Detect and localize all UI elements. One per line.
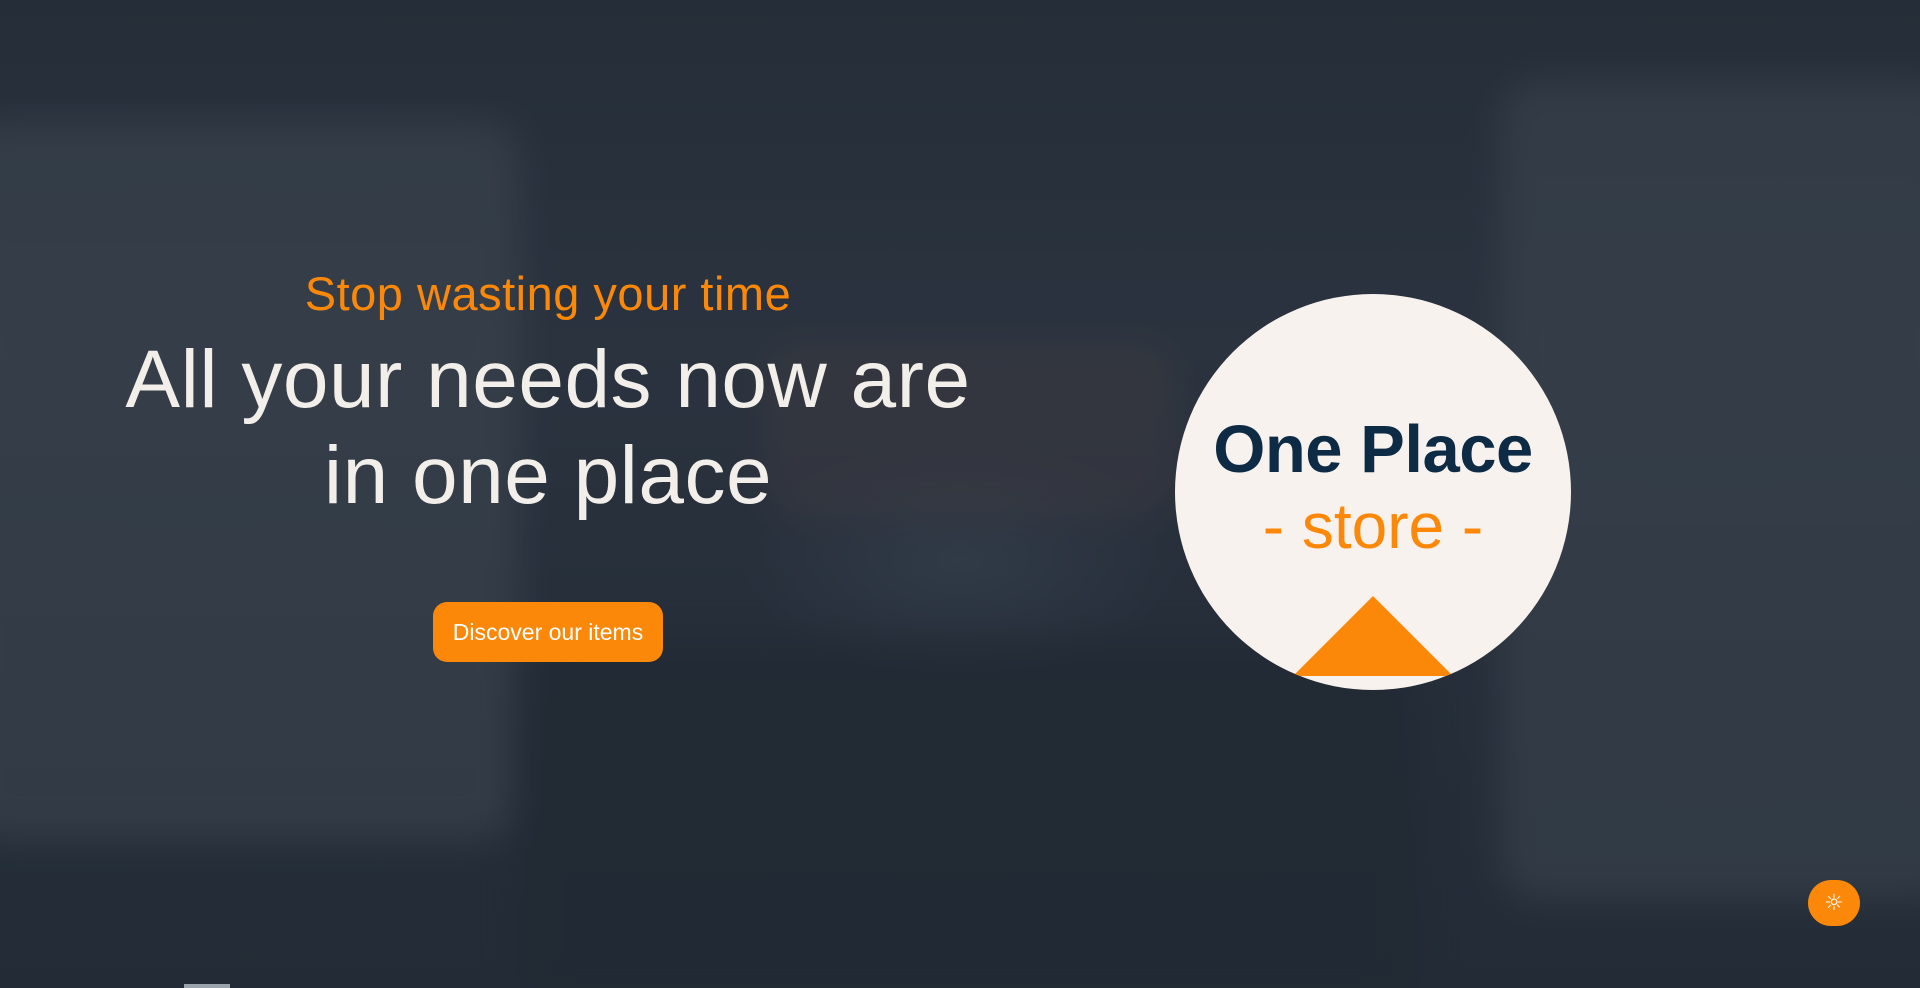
scroll-indicator [184, 984, 230, 988]
sun-icon: ☼ [1824, 890, 1844, 916]
discover-items-button[interactable]: Discover our items [432, 602, 664, 662]
hero-section: Stop wasting your time All your needs no… [0, 0, 1920, 988]
hero-headline-line2: in one place [323, 430, 773, 521]
theme-toggle-button[interactable]: ☼ [1808, 880, 1860, 926]
logo-subtitle: - store - [1262, 490, 1484, 562]
hero-copy: Stop wasting your time All your needs no… [110, 258, 986, 662]
logo-name: One Place [1213, 412, 1533, 487]
hero-tagline: Stop wasting your time [304, 267, 792, 320]
store-logo: One Place - store - [1175, 294, 1571, 690]
hero-headline: All your needs now are in one place [110, 332, 986, 524]
hero-headline-line1: All your needs now are [125, 334, 971, 425]
logo-triangle [1293, 596, 1453, 676]
